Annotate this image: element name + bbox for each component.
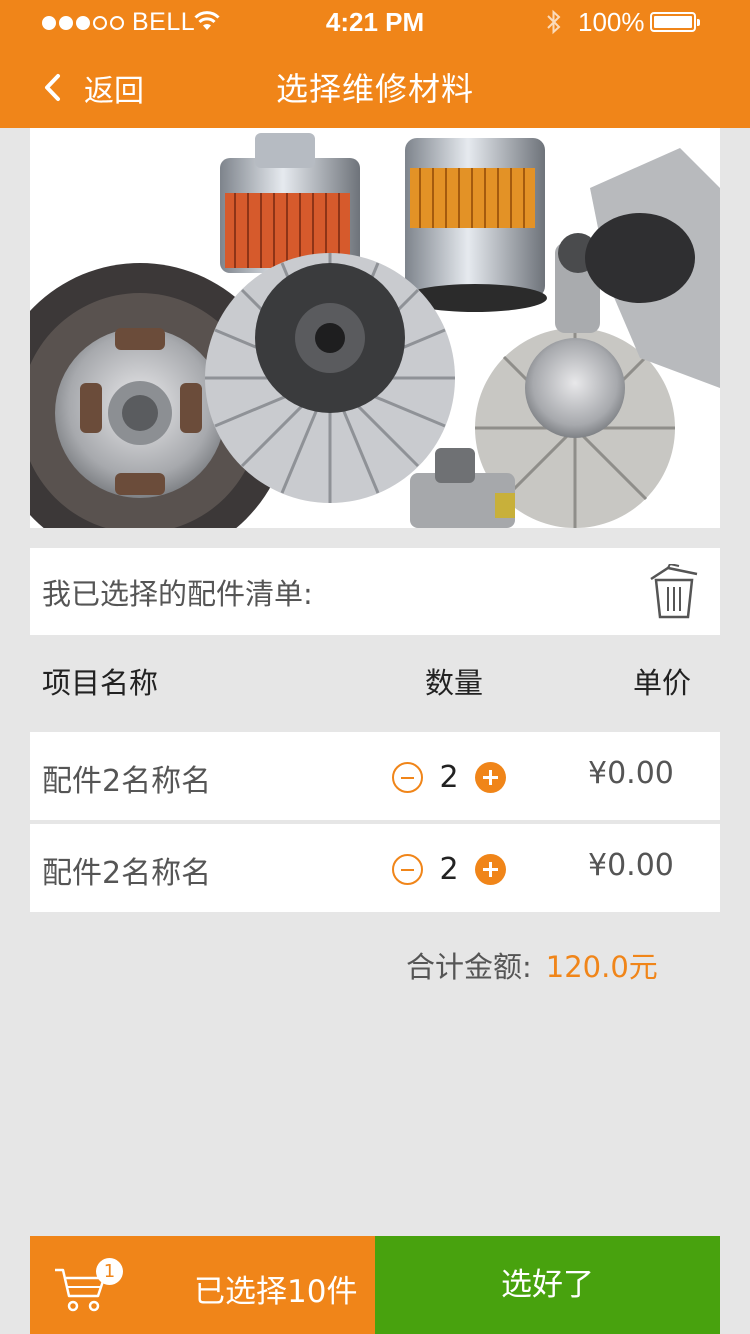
selected-list-header: 我已选择的配件清单: <box>30 548 720 635</box>
quantity-value: 2 <box>439 760 459 795</box>
column-header-qty: 数量 <box>425 666 484 700</box>
increase-button[interactable] <box>475 854 506 885</box>
battery-percent: 100% <box>578 7 645 37</box>
confirm-button[interactable]: 选好了 <box>375 1236 720 1334</box>
header-bar: BELL 4:21 PM 100% 返回 选择维修材料 <box>0 0 750 128</box>
item-name: 配件2名称名 <box>42 764 212 799</box>
auto-parts-banner <box>30 128 720 528</box>
selected-count-text: 已选择10件 <box>194 1274 358 1310</box>
decrease-button[interactable] <box>392 762 423 793</box>
bluetooth-icon <box>547 9 561 35</box>
battery-icon <box>650 12 700 32</box>
cart-summary-bar: 1 已选择10件 <box>30 1236 375 1334</box>
column-header-name: 项目名称 <box>42 666 159 700</box>
cart-badge: 1 <box>96 1258 123 1285</box>
quantity-stepper: 2 <box>392 852 506 887</box>
list-item: 配件2名称名 2 ¥0.00 <box>30 824 720 912</box>
decrease-button[interactable] <box>392 854 423 885</box>
item-price: ¥0.00 <box>588 756 674 791</box>
item-name: 配件2名称名 <box>42 856 212 891</box>
increase-button[interactable] <box>475 762 506 793</box>
auto-parts-photo-icon <box>30 128 720 528</box>
total-amount: 120.0元 <box>545 950 658 984</box>
list-item: 配件2名称名 2 ¥0.00 <box>30 732 720 820</box>
total-label: 合计金额: <box>406 950 532 984</box>
selected-list-heading: 我已选择的配件清单: <box>42 576 313 611</box>
page-title: 选择维修材料 <box>275 70 474 108</box>
quantity-value: 2 <box>439 852 459 887</box>
status-bar: BELL 4:21 PM 100% <box>0 0 750 44</box>
trash-icon[interactable] <box>648 564 700 620</box>
quantity-stepper: 2 <box>392 760 506 795</box>
total-summary: 合计金额: 120.0元 <box>406 944 658 986</box>
item-price: ¥0.00 <box>588 848 674 883</box>
column-header-price: 单价 <box>633 666 692 700</box>
